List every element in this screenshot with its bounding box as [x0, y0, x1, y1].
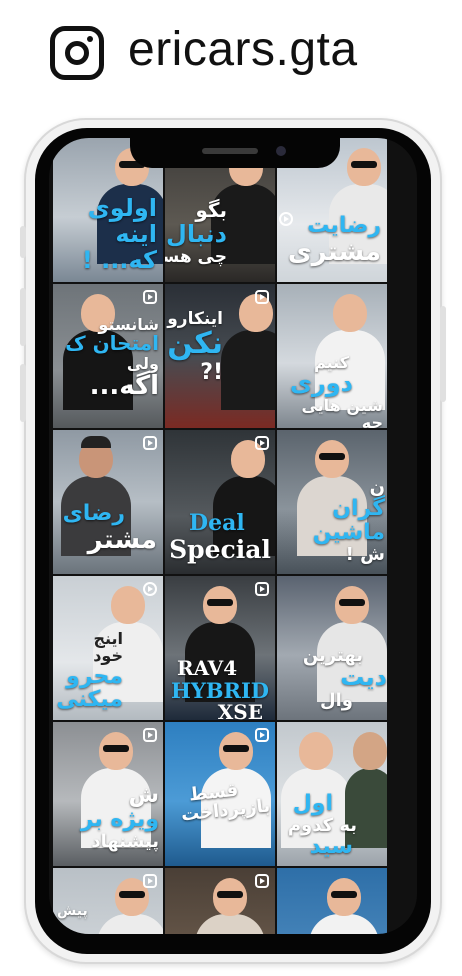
- caption-line: چه: [361, 413, 383, 428]
- grid-post-8[interactable]: Deal Special: [165, 430, 275, 574]
- reel-icon: [143, 436, 157, 450]
- caption-line: Special: [169, 534, 271, 564]
- grid-post-15[interactable]: اول به کدوم سید: [277, 722, 387, 866]
- grid-post-13[interactable]: ش ویژه بر پیشنهاد: [53, 722, 163, 866]
- caption-line: وال: [320, 690, 353, 712]
- post-caption: اینکارو نکن !?: [167, 310, 223, 385]
- caption-line: اینج: [93, 629, 123, 648]
- caption-line: محرو: [66, 663, 123, 689]
- reel-icon: [255, 436, 269, 450]
- phone-volume-down: [20, 364, 26, 422]
- grid-post-14[interactable]: قسط بازپرداخت: [165, 722, 275, 866]
- instagram-handle: ericars.gta: [128, 23, 358, 76]
- post-caption: اینج خود محرو میکنی: [56, 630, 123, 712]
- caption-line: میکنی: [56, 687, 123, 713]
- phone-speaker: [202, 148, 258, 154]
- caption-line: رضای: [62, 501, 125, 526]
- caption-line: Deal: [189, 510, 245, 536]
- post-caption: شانستو امتحان ک ولی اگه...: [65, 316, 159, 400]
- caption-line: رضایت: [307, 213, 381, 238]
- post-caption: اول به کدوم سید: [288, 792, 381, 859]
- caption-line: دوری: [289, 369, 353, 398]
- caption-line: چی هستی ؟!: [165, 246, 227, 267]
- caption-line: ش: [128, 783, 159, 808]
- caption-line: مشتر: [87, 524, 157, 555]
- caption-line: !?: [200, 359, 223, 385]
- caption-line: اول: [292, 791, 333, 816]
- reel-icon: [279, 212, 293, 226]
- post-caption: کنیم دوری شین هایی چه: [290, 354, 383, 428]
- caption-line: نکن: [167, 326, 223, 362]
- reel-icon: [143, 290, 157, 304]
- instagram-icon: [50, 26, 104, 80]
- caption-line: گران: [332, 496, 385, 522]
- caption-line: به کدوم: [287, 814, 357, 836]
- grid-post-17[interactable]: [165, 868, 275, 934]
- post-caption: RAV4 HYBRID XSE: [167, 656, 273, 720]
- grid-post-16[interactable]: پیش: [53, 868, 163, 934]
- post-caption: رضایت مشتری: [288, 214, 381, 266]
- grid-post-6[interactable]: کنیم دوری شین هایی چه: [277, 284, 387, 428]
- reel-icon: [255, 728, 269, 742]
- post-caption: اولوی اینه که... !: [81, 194, 157, 274]
- grid-post-7[interactable]: رضای مشتر: [53, 430, 163, 574]
- phone-power-button: [440, 306, 446, 402]
- caption-line: ویژه بر: [80, 806, 159, 832]
- post-grid: اولوی اینه که... ! بگو دنبال چی هستی ؟!: [49, 138, 417, 934]
- caption-line: شین هایی: [301, 396, 383, 416]
- caption-line: دیت: [340, 663, 387, 692]
- caption-line: پیشنهاد: [91, 830, 159, 852]
- grid-post-11[interactable]: RAV4 HYBRID XSE: [165, 576, 275, 720]
- post-caption: Deal Special: [169, 510, 271, 564]
- reel-icon: [143, 728, 157, 742]
- post-caption: بهترین دیت وال: [303, 646, 387, 712]
- post-caption: بگو دنبال چی هستی ؟!: [165, 198, 227, 267]
- phone-screen: اولوی اینه که... ! بگو دنبال چی هستی ؟!: [49, 138, 417, 934]
- grid-post-18[interactable]: [277, 868, 387, 934]
- instagram-dot: [87, 36, 93, 42]
- person-figure: [221, 288, 275, 410]
- reel-icon: [143, 874, 157, 888]
- caption-line: ش !: [345, 543, 385, 565]
- caption-line: دنبال: [166, 219, 227, 248]
- phone-silent-switch: [20, 226, 26, 258]
- caption-line: HYBRID: [170, 677, 270, 703]
- caption-line: ن: [369, 477, 385, 498]
- caption-line: بگو: [195, 198, 227, 222]
- caption-line: مشتری: [287, 236, 381, 267]
- caption-line: RAV4: [177, 656, 238, 680]
- post-caption: رضای مشتر: [63, 502, 157, 554]
- grid-post-10[interactable]: اینج خود محرو میکنی: [53, 576, 163, 720]
- caption-line: اینه: [115, 219, 157, 248]
- grid-post-12[interactable]: بهترین دیت وال: [277, 576, 387, 720]
- reel-icon: [255, 582, 269, 596]
- caption-line: سید: [309, 834, 353, 860]
- phone-volume-up: [20, 288, 26, 346]
- grid-post-5[interactable]: اینکارو نکن !?: [165, 284, 275, 428]
- person-figure: [309, 872, 379, 934]
- phone-camera-icon: [276, 146, 286, 156]
- grid-post-4[interactable]: شانستو امتحان ک ولی اگه...: [53, 284, 163, 428]
- reel-icon: [143, 582, 157, 596]
- post-caption: ش ویژه بر پیشنهاد: [81, 784, 159, 851]
- caption-line: خود: [93, 646, 123, 666]
- caption-line: اگه...: [89, 371, 159, 402]
- caption-line: که... !: [81, 245, 157, 274]
- reel-icon: [255, 874, 269, 888]
- caption-line: امتحان ک: [65, 331, 159, 356]
- instagram-lens: [65, 41, 89, 65]
- grid-post-9[interactable]: ن گران ماشین ش !: [277, 430, 387, 574]
- caption-line: ولی: [126, 353, 159, 373]
- caption-line: اولوی: [87, 194, 157, 222]
- caption-line: XSE: [217, 700, 263, 720]
- post-caption: ن گران ماشین ش !: [312, 477, 385, 565]
- person-figure: [195, 872, 265, 934]
- post-caption: پیش: [57, 903, 88, 919]
- caption-line: پیش: [57, 903, 88, 919]
- phone-notch: [130, 138, 340, 168]
- reel-icon: [255, 290, 269, 304]
- caption-line: ماشین: [312, 520, 385, 546]
